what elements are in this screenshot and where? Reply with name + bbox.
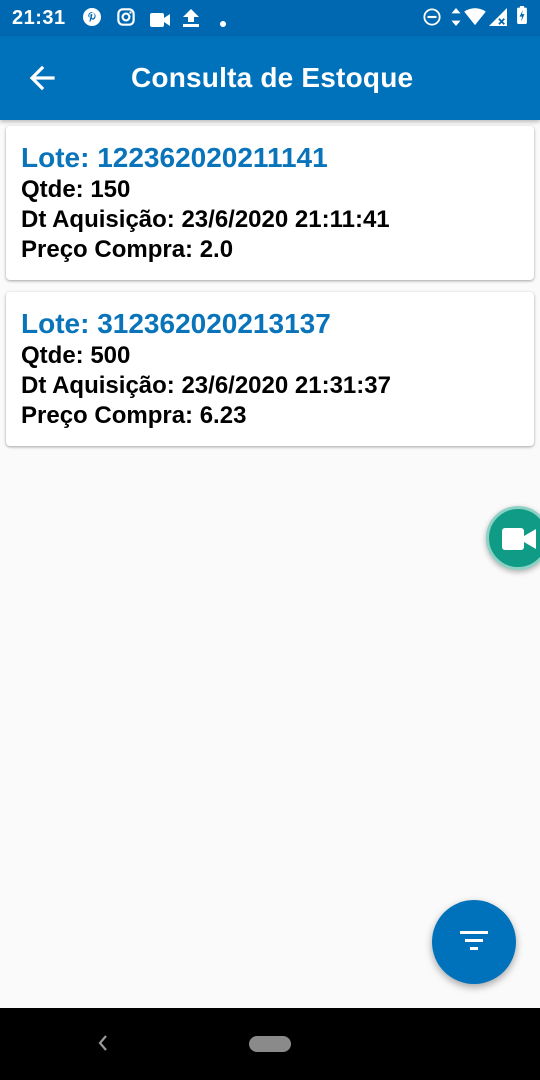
lot-purchase-price: Preço Compra: 2.0	[21, 236, 234, 263]
video-camera-icon	[502, 528, 536, 550]
dot-icon	[220, 21, 226, 27]
signal-icon	[489, 8, 507, 26]
upload-icon	[183, 9, 199, 27]
lot-quantity: Qtde: 500	[21, 342, 131, 369]
wifi-icon	[464, 8, 486, 26]
nav-back-icon[interactable]	[92, 1032, 114, 1054]
do-not-disturb-icon	[423, 8, 441, 26]
instagram-icon	[117, 8, 135, 26]
battery-icon	[517, 6, 527, 24]
pinterest-icon	[83, 8, 101, 26]
video-icon	[150, 13, 170, 27]
page-title: Consulta de Estoque	[131, 62, 414, 93]
lot-number: Lote: 312362020213137	[21, 308, 331, 339]
lot-card[interactable]: Lote: 122362020211141 Qtde: 150 Dt Aquis…	[6, 126, 534, 280]
back-arrow-icon[interactable]	[24, 60, 60, 96]
lot-card[interactable]: Lote: 312362020213137 Qtde: 500 Dt Aquis…	[6, 292, 534, 446]
lot-quantity: Qtde: 150	[21, 176, 131, 203]
filter-icon	[460, 931, 488, 950]
lot-list: Lote: 122362020211141 Qtde: 150 Dt Aquis…	[6, 126, 534, 458]
status-bar: 21:31	[0, 0, 540, 36]
status-time: 21:31	[12, 7, 66, 29]
lot-acquisition-date: Dt Aquisição: 23/6/2020 21:11:41	[21, 206, 390, 233]
lot-purchase-price: Preço Compra: 6.23	[21, 402, 247, 429]
data-arrows-icon	[451, 8, 461, 26]
filter-button[interactable]	[432, 900, 516, 984]
app-bar: Consulta de Estoque	[0, 36, 540, 120]
lot-number: Lote: 122362020211141	[21, 142, 328, 173]
nav-home-pill[interactable]	[249, 1036, 291, 1052]
lot-acquisition-date: Dt Aquisição: 23/6/2020 21:31:37	[21, 372, 391, 399]
navigation-bar	[0, 1008, 540, 1080]
floating-camera-button[interactable]	[486, 506, 540, 570]
